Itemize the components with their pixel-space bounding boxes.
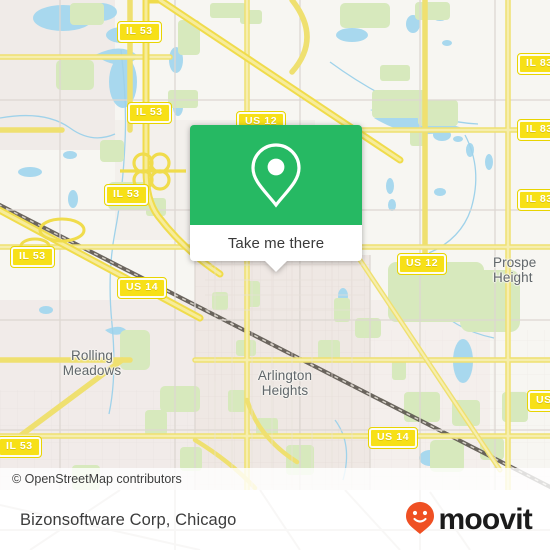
highway-shield: IL 53: [104, 184, 149, 206]
highway-shield: US 14: [116, 277, 168, 299]
city-label-rolling-meadows: Rolling Meadows: [62, 348, 122, 378]
highway-shield: IL 53: [0, 436, 42, 458]
highway-shield: IL 53: [127, 102, 172, 124]
callout-action-panel[interactable]: Take me there: [190, 225, 362, 272]
city-label-arlington-heights: Arlington Heights: [257, 368, 313, 398]
highway-shield: IL 83: [517, 189, 550, 211]
highway-shield: IL 83: [517, 119, 550, 141]
moovit-wordmark: moovit: [438, 503, 532, 536]
callout-pointer: [265, 261, 287, 272]
place-title: Bizonsoftware Corp, Chicago: [20, 510, 237, 529]
highway-shield: US 12: [526, 390, 550, 412]
highway-shield: IL 83: [517, 53, 550, 75]
map-screen: IL 53 IL 53 IL 53 IL 53 IL 53 US 12 US 1…: [0, 0, 550, 550]
highway-shield: IL 53: [10, 246, 55, 268]
destination-callout[interactable]: Take me there: [190, 125, 362, 272]
footer-content: Bizonsoftware Corp, Chicago moovit: [0, 490, 550, 550]
highway-shield: IL 53: [117, 21, 162, 43]
highway-shield: US 14: [367, 427, 419, 449]
moovit-smiley-pin-icon: [405, 501, 435, 540]
footer-bar: Bizonsoftware Corp, Chicago moovit: [0, 490, 550, 550]
callout-icon-panel: [190, 125, 362, 225]
highway-shield: US 12: [396, 253, 448, 275]
take-me-there-label: Take me there: [227, 234, 325, 252]
map-pin-icon: [250, 142, 302, 208]
map-attribution[interactable]: © OpenStreetMap contributors: [0, 468, 550, 490]
moovit-logo[interactable]: moovit: [405, 501, 533, 540]
map-viewport[interactable]: IL 53 IL 53 IL 53 IL 53 IL 53 US 12 US 1…: [0, 0, 550, 490]
city-label-prospect-heights: Prospe Height: [493, 255, 537, 285]
